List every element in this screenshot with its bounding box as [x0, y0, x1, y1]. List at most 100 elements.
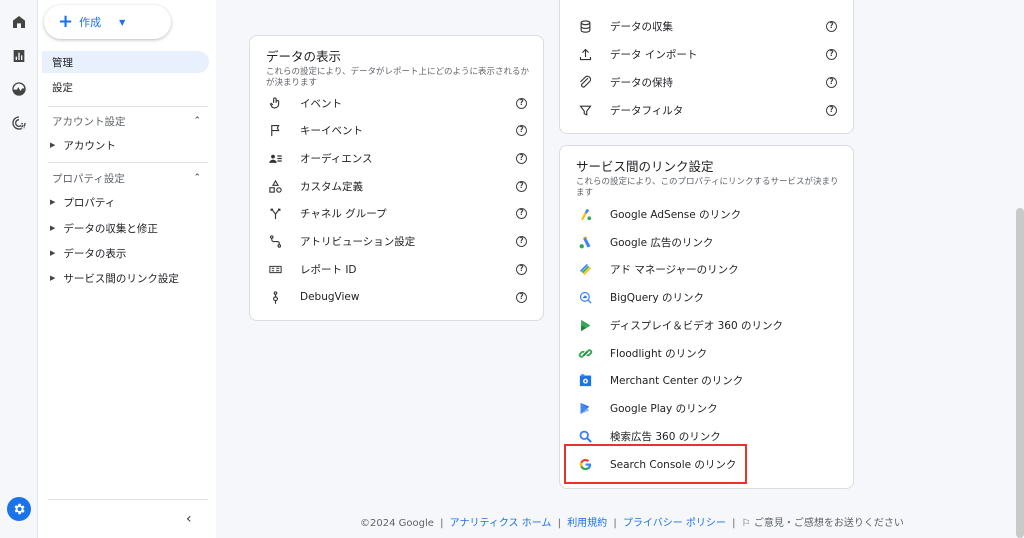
help-icon[interactable]: ? [516, 180, 527, 192]
product-links-card: サービス間のリンク設定 これらの設定により、このプロパティにリンクするサービスが… [559, 145, 854, 489]
audience-icon [266, 149, 284, 167]
row-label: データフィルタ [610, 104, 684, 117]
row-report-id[interactable]: レポート ID ? [250, 256, 543, 282]
nav-sub-account[interactable]: ▶ アカウント [42, 138, 209, 152]
nav-sub-data-display[interactable]: ▶ データの表示 [42, 246, 209, 260]
bigquery-icon [576, 288, 594, 306]
divider [48, 162, 208, 163]
row-events[interactable]: イベント ? [250, 90, 543, 116]
feedback-link[interactable]: ご意見・ご感想をお送りください [754, 518, 904, 529]
google-play-icon [576, 399, 594, 417]
nav-item-settings[interactable]: 設定 [42, 76, 209, 98]
card-title: サービス間のリンク設定 [576, 159, 714, 174]
route-icon [266, 232, 284, 250]
row-adsense-links[interactable]: Google AdSense のリンク [560, 201, 853, 227]
create-label: 作成 [79, 16, 102, 29]
row-label: Google AdSense のリンク [610, 208, 742, 221]
help-icon[interactable]: ? [516, 263, 527, 275]
page-scrollbar[interactable] [1016, 208, 1024, 538]
collapse-nav-chevron-icon[interactable]: ‹ [186, 511, 192, 527]
help-icon[interactable]: ? [826, 48, 837, 60]
row-floodlight-links[interactable]: Floodlight のリンク [560, 340, 853, 366]
help-icon[interactable]: ? [516, 97, 527, 109]
nav-sub-data-collection[interactable]: ▶ データの収集と修正 [42, 221, 209, 235]
row-label: アトリビューション設定 [300, 235, 416, 248]
row-label: BigQuery のリンク [610, 291, 705, 304]
plus-icon: + [58, 11, 74, 32]
terms-link[interactable]: 利用規約 [567, 518, 607, 529]
account-settings-section[interactable]: アカウント設定 ⌃ [42, 114, 209, 128]
analytics-home-link[interactable]: アナリティクス ホーム [450, 518, 552, 529]
row-audiences[interactable]: オーディエンス ? [250, 145, 543, 171]
privacy-link[interactable]: プライバシー ポリシー [623, 518, 726, 529]
row-label: イベント [300, 97, 342, 110]
feedback-icon[interactable]: ⚐ [742, 518, 751, 529]
data-display-card: データの表示 これらの設定により、データがレポート上にどのように表示されるかが決… [249, 35, 544, 321]
row-label: Google 広告のリンク [610, 236, 714, 249]
home-icon[interactable] [10, 13, 28, 31]
help-icon[interactable]: ? [516, 291, 527, 303]
row-label: データの収集 [610, 20, 673, 33]
help-icon[interactable]: ? [826, 104, 837, 116]
data-collection-card: データの収集 ? データ インポート ? データの保持 ? データフィルタ ? [559, 0, 854, 134]
row-ad-manager-links[interactable]: アド マネージャーのリンク [560, 256, 853, 282]
row-bigquery-links[interactable]: BigQuery のリンク [560, 284, 853, 310]
card-title: データの表示 [266, 49, 342, 64]
row-attribution-settings[interactable]: アトリビューション設定 ? [250, 228, 543, 254]
help-icon[interactable]: ? [516, 207, 527, 219]
help-icon[interactable]: ? [516, 152, 527, 164]
nav-item-label: 設定 [52, 81, 73, 94]
merge-icon [266, 204, 284, 222]
create-button[interactable]: + 作成 ▼ [44, 5, 171, 39]
google-ads-icon [576, 233, 594, 251]
card-description: これらの設定により、データがレポート上にどのように表示されるかが決まります [266, 67, 529, 89]
row-custom-definitions[interactable]: カスタム定義 ? [250, 173, 543, 199]
sa360-icon [576, 427, 594, 445]
copyright-text: ©2024 Google [360, 518, 434, 529]
admin-gear-icon[interactable] [7, 497, 31, 521]
card-description: これらの設定により、このプロパティにリンクするサービスが決まります [576, 177, 839, 199]
explore-icon[interactable] [10, 80, 28, 98]
nav-sub-label: データの収集と修正 [63, 222, 158, 235]
row-dv360-links[interactable]: ディスプレイ＆ビデオ 360 のリンク [560, 312, 853, 338]
row-label: キーイベント [300, 124, 363, 137]
retention-icon [576, 73, 594, 91]
help-icon[interactable]: ? [826, 76, 837, 88]
row-google-ads-links[interactable]: Google 広告のリンク [560, 229, 853, 255]
property-settings-section[interactable]: プロパティ設定 ⌃ [42, 171, 209, 185]
row-label: オーディエンス [300, 152, 373, 165]
nav-item-admin[interactable]: 管理 [42, 51, 209, 73]
row-debugview[interactable]: DebugView ? [250, 284, 543, 310]
row-label: アド マネージャーのリンク [610, 263, 739, 276]
row-label: レポート ID [300, 263, 357, 276]
help-icon[interactable]: ? [826, 20, 837, 32]
admin-nav-panel: + 作成 ▼ 管理 設定 アカウント設定 ⌃ ▶ アカウント プロパティ設定 ⌃… [38, 0, 216, 538]
expand-arrow-icon: ▶ [50, 249, 56, 257]
merchant-center-icon [576, 371, 594, 389]
reports-icon[interactable] [10, 47, 28, 65]
row-data-filters[interactable]: データフィルタ ? [560, 97, 853, 123]
chevron-up-icon: ⌃ [193, 173, 201, 183]
row-label: データ インポート [610, 48, 698, 61]
advertising-icon[interactable] [10, 114, 28, 132]
row-label: DebugView [300, 291, 360, 303]
row-merchant-center-links[interactable]: Merchant Center のリンク [560, 367, 853, 393]
row-data-collection[interactable]: データの収集 ? [560, 13, 853, 39]
section-label: プロパティ設定 [52, 172, 125, 185]
help-icon[interactable]: ? [516, 235, 527, 247]
help-icon[interactable]: ? [516, 124, 527, 136]
row-label: チャネル グループ [300, 207, 387, 220]
nav-sub-label: プロパティ [63, 196, 116, 209]
row-label: Merchant Center のリンク [610, 374, 744, 387]
row-channel-groups[interactable]: チャネル グループ ? [250, 200, 543, 226]
expand-arrow-icon: ▶ [50, 141, 56, 149]
nav-sub-property[interactable]: ▶ プロパティ [42, 195, 209, 209]
touch-icon [266, 94, 284, 112]
row-data-retention[interactable]: データの保持 ? [560, 69, 853, 95]
row-data-import[interactable]: データ インポート ? [560, 41, 853, 67]
nav-sub-product-links[interactable]: ▶ サービス間のリンク設定 [42, 271, 209, 285]
row-key-events[interactable]: キーイベント ? [250, 117, 543, 143]
row-label: Google Play のリンク [610, 402, 718, 415]
row-google-play-links[interactable]: Google Play のリンク [560, 395, 853, 421]
dv360-icon [576, 316, 594, 334]
